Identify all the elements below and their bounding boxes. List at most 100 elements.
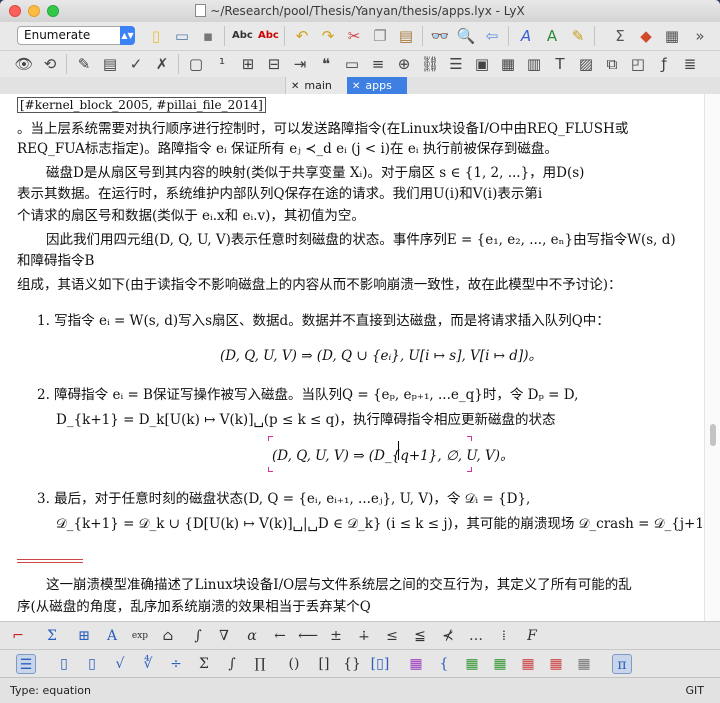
citation-icon[interactable]: ❝	[316, 54, 336, 74]
float-figure-icon[interactable]: ▣	[472, 54, 492, 74]
insert-box-icon[interactable]: ◰	[628, 54, 648, 74]
math-multicolumn-icon[interactable]: ▦	[574, 654, 594, 674]
math-frame-icon[interactable]: ⌂	[158, 626, 178, 646]
status-message: Type: equation	[10, 684, 92, 697]
find-icon[interactable]: 🔍	[456, 26, 476, 46]
document-editor[interactable]: [#kernel_block_2005, #pillai_file_2014] …	[0, 94, 704, 621]
undo-icon[interactable]: ↶	[292, 26, 312, 46]
math-align-icon[interactable]: ⊞	[74, 626, 94, 646]
math-pi-panel-icon[interactable]: π	[612, 654, 632, 674]
math-parentheses-icon[interactable]: ()	[284, 654, 304, 674]
math-nabla-icon[interactable]: ∇	[214, 626, 234, 646]
marginal-note-icon[interactable]: ⊞	[238, 54, 258, 74]
display-equation[interactable]: (D, Q, U, V) ⇒ (D_{q+1}, ∅, U, V)。	[272, 444, 514, 464]
track-changes-icon[interactable]: ▤	[100, 54, 120, 74]
table-of-contents-icon[interactable]: ☰	[446, 54, 466, 74]
label-icon[interactable]: ⊟	[264, 54, 284, 74]
url-icon[interactable]: ⊕	[394, 54, 414, 74]
math-delete-row-icon[interactable]: ▦	[518, 654, 538, 674]
math-braces-icon[interactable]: {}	[342, 654, 362, 674]
math-mode-icon[interactable]: ⌐	[8, 626, 28, 646]
note-icon[interactable]: ▢	[186, 54, 206, 74]
math-function-icon[interactable]: F	[522, 626, 542, 646]
math-delimiters-icon[interactable]: [▯]	[370, 654, 390, 674]
math-integral-icon[interactable]: ∫	[222, 654, 242, 674]
update-view-icon[interactable]: ⟲	[40, 54, 60, 74]
footnote-icon[interactable]: ¹	[212, 54, 232, 74]
math-sum-subscript-icon[interactable]: Σ	[42, 626, 62, 646]
close-tab-icon[interactable]: ✕	[352, 81, 360, 92]
math-alpha-icon[interactable]: α	[242, 626, 262, 646]
view-icon[interactable]: 👓	[430, 26, 450, 46]
math-dots-icon[interactable]: …	[466, 626, 486, 646]
math-font-style-icon[interactable]: A	[102, 626, 122, 646]
reject-change-icon[interactable]: ✗	[152, 54, 172, 74]
math-not-prec-icon[interactable]: ⊀	[438, 626, 458, 646]
table-icon[interactable]: ▦	[662, 26, 682, 46]
math-root-icon[interactable]: ∜	[138, 654, 158, 674]
window-title-area: ~/Research/pool/Thesis/Yanyan/thesis/app…	[0, 4, 720, 18]
cut-icon[interactable]: ✂	[344, 26, 364, 46]
cross-reference-icon[interactable]: ⇥	[290, 54, 310, 74]
math-sum-icon[interactable]: Σ	[194, 654, 214, 674]
math-sqrt-icon[interactable]: √	[110, 654, 130, 674]
open-folder-icon[interactable]: ▭	[172, 26, 192, 46]
spellcheck-continuous-icon[interactable]: Abc	[258, 26, 279, 46]
change-tracking-icon[interactable]: ✎	[74, 54, 94, 74]
save-icon[interactable]: ▪	[198, 26, 218, 46]
text-style-icon[interactable]: ✎	[568, 26, 588, 46]
insert-graphics-icon[interactable]: ▨	[576, 54, 596, 74]
graphics-icon[interactable]: ◆	[636, 26, 656, 46]
math-subscript-icon[interactable]: ▯	[54, 654, 74, 674]
math-superscript-icon[interactable]: ▯	[82, 654, 102, 674]
math-add-row-icon[interactable]: ▦	[462, 654, 482, 674]
float-table-icon[interactable]: ▦	[498, 54, 518, 74]
display-equation[interactable]: (D, Q, U, V) ⇒ (D, Q ∪ {eᵢ}, U[i ↦ s], V…	[220, 344, 542, 364]
math-icon[interactable]: Σ	[610, 26, 630, 46]
math-add-column-icon[interactable]: ▦	[490, 654, 510, 674]
exp-tag-icon[interactable]: exp	[130, 626, 150, 646]
redo-icon[interactable]: ↷	[318, 26, 338, 46]
new-document-icon[interactable]: ▯	[146, 26, 166, 46]
back-arrow-icon[interactable]: ⇦	[482, 26, 502, 46]
math-integral-icon[interactable]: ∫	[188, 626, 208, 646]
noun-icon[interactable]: A	[542, 26, 562, 46]
math-brackets-icon[interactable]: []	[314, 654, 334, 674]
math-leq-icon[interactable]: ≤	[382, 626, 402, 646]
emphasis-icon[interactable]: A	[516, 26, 536, 46]
math-left-arrow-icon[interactable]: ←	[270, 626, 290, 646]
math-cases-icon[interactable]: {	[434, 654, 454, 674]
math-matrix-icon[interactable]: ▦	[406, 654, 426, 674]
spellcheck-icon[interactable]: Abc	[232, 26, 253, 46]
math-fraction-icon[interactable]: ÷	[166, 654, 186, 674]
accept-change-icon[interactable]: ✓	[126, 54, 146, 74]
math-toolbar-top: ⌐ Σ ⊞ A exp ⌂ ∫ ∇ α ← ⟵ ± ∔ ≤ ≦ ⊀ … ⁞ F	[0, 621, 720, 650]
tab-apps[interactable]: ✕ apps	[347, 77, 407, 94]
math-vdots-icon[interactable]: ⁞	[494, 626, 514, 646]
copy-icon[interactable]: ❐	[370, 26, 390, 46]
tab-main[interactable]: ✕ main	[285, 77, 347, 94]
nomenclature-icon[interactable]: ≡	[368, 54, 388, 74]
math-product-icon[interactable]: ∏	[250, 654, 270, 674]
math-plus-minus-icon[interactable]: ±	[326, 626, 346, 646]
citation-box[interactable]: [#kernel_block_2005, #pillai_file_2014]	[17, 96, 266, 114]
close-tab-icon[interactable]: ✕	[291, 81, 299, 92]
scrollbar-thumb[interactable]	[710, 424, 716, 446]
paragraph-layout-select[interactable]: Enumerate ▲▼	[17, 26, 135, 45]
hyperlink-icon[interactable]: ⛓	[420, 54, 440, 74]
math-delete-column-icon[interactable]: ▦	[546, 654, 566, 674]
paste-icon[interactable]: ▤	[396, 26, 416, 46]
vertical-scrollbar[interactable]	[704, 94, 720, 621]
math-panel-toggle-icon[interactable]: ☰	[16, 654, 36, 674]
math-dot-plus-icon[interactable]: ∔	[354, 626, 374, 646]
include-file-icon[interactable]: ▥	[524, 54, 544, 74]
toolbar-more-icon[interactable]: »	[690, 26, 710, 46]
insert-branch-icon[interactable]: ⧉	[602, 54, 622, 74]
insert-float-list-icon[interactable]: ≣	[680, 54, 700, 74]
math-long-left-arrow-icon[interactable]: ⟵	[298, 626, 318, 646]
insert-math-macro-icon[interactable]: ƒ	[654, 54, 674, 74]
ert-icon[interactable]: T	[550, 54, 570, 74]
math-leqq-icon[interactable]: ≦	[410, 626, 430, 646]
view-dvi-icon[interactable]: 👁	[14, 54, 34, 74]
index-icon[interactable]: ▭	[342, 54, 362, 74]
